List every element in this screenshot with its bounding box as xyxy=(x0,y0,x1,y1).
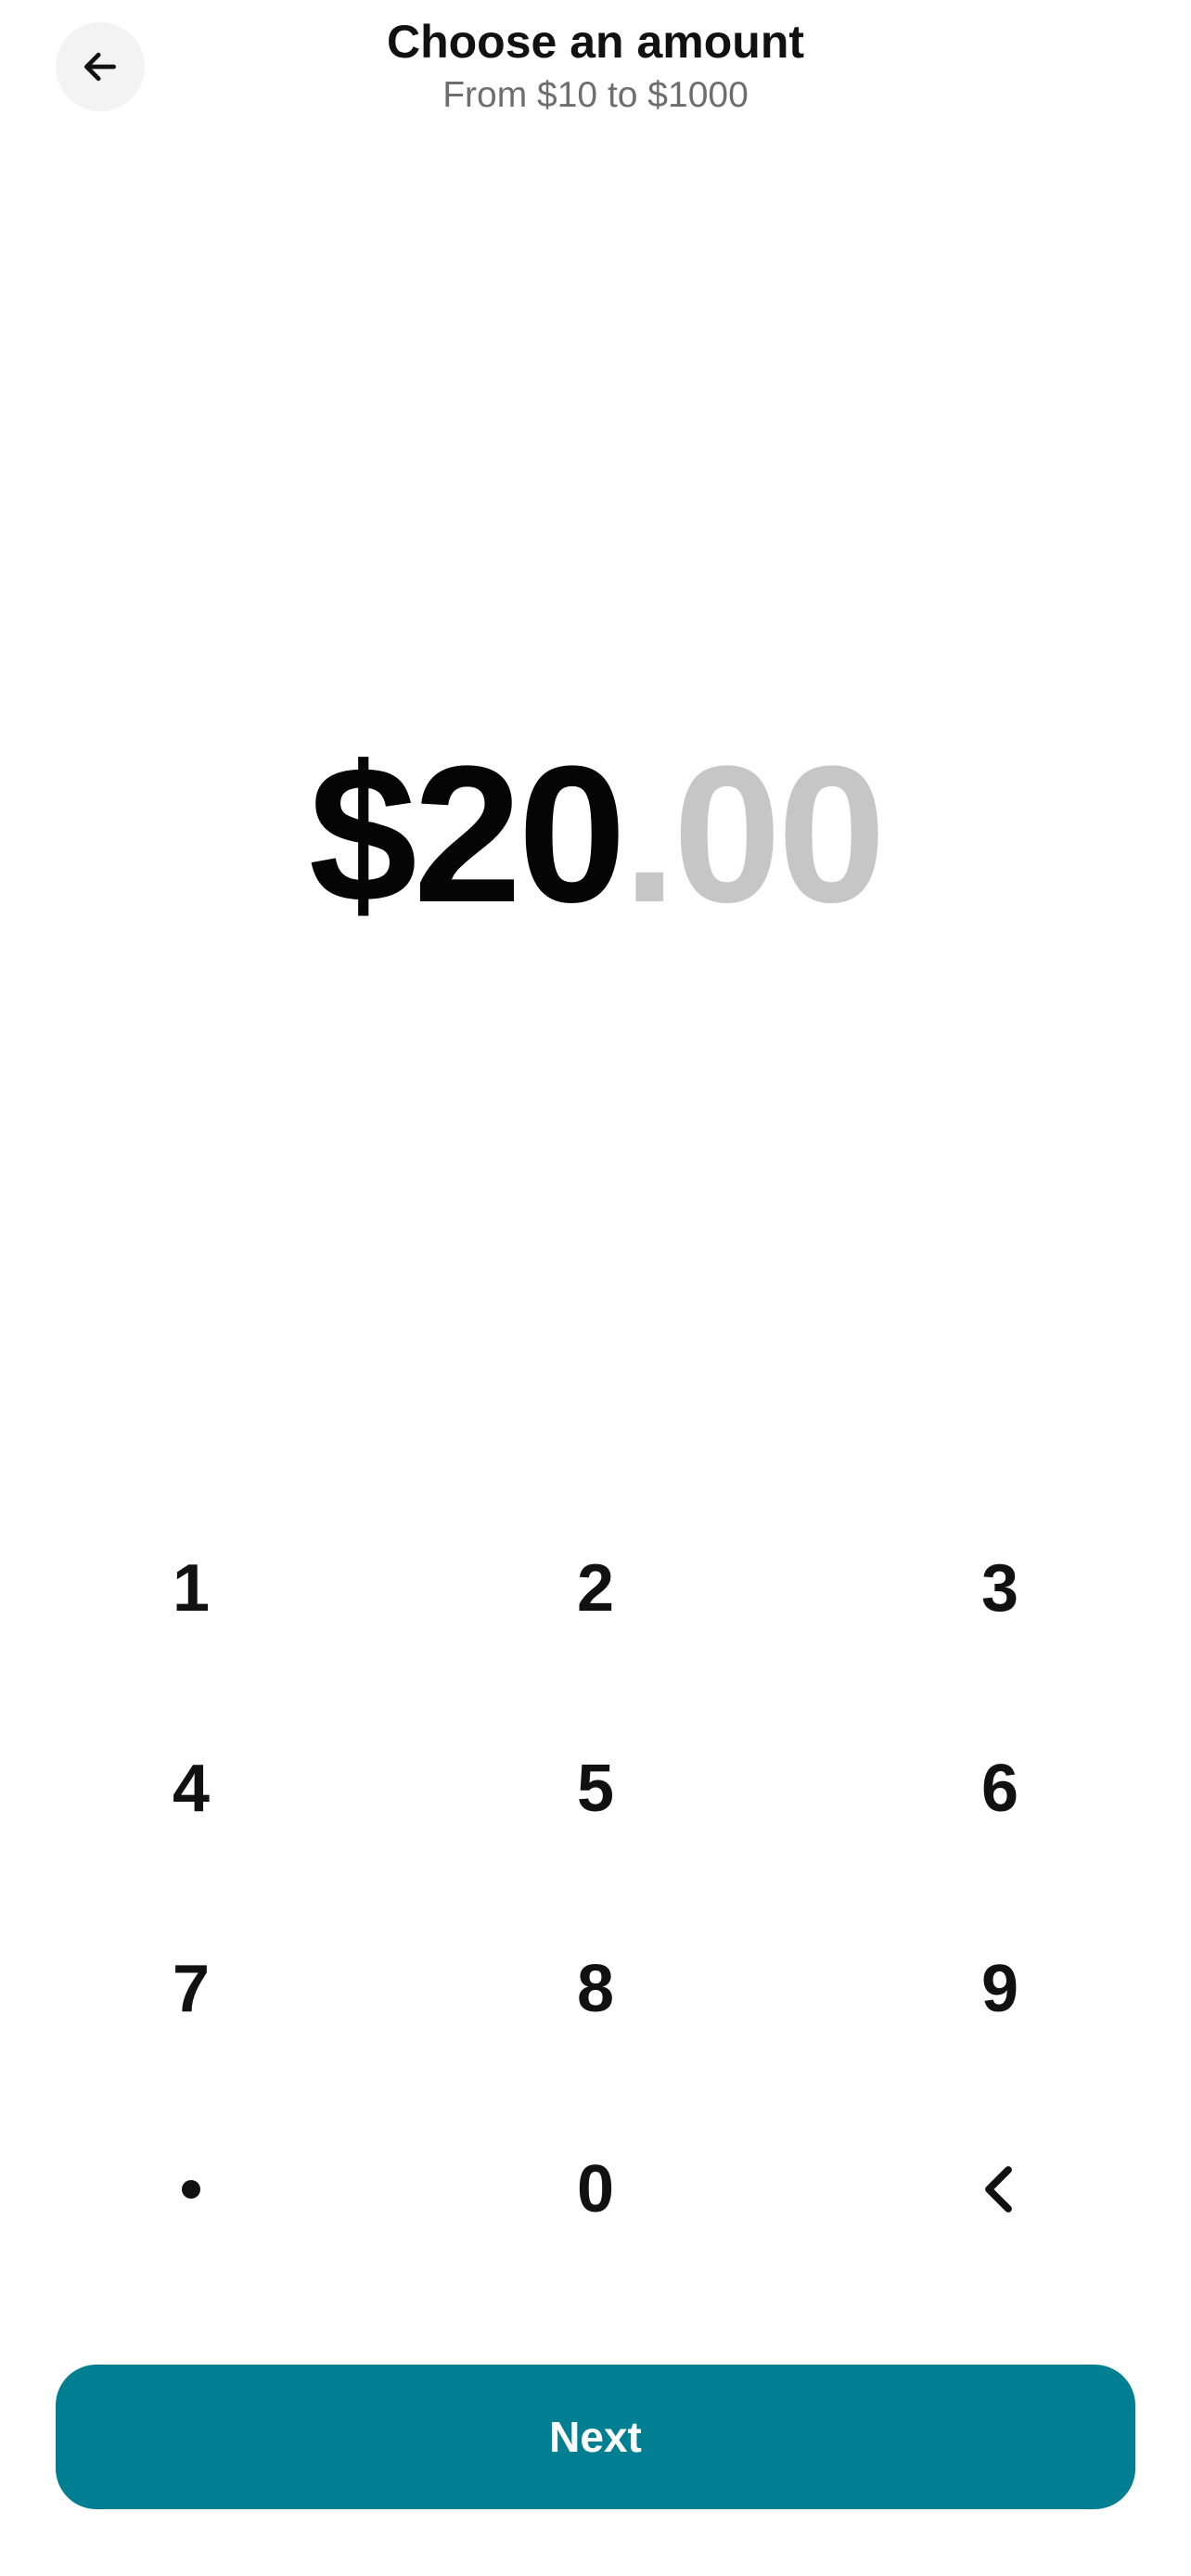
numeric-keypad: 1 2 3 4 5 6 7 8 9 0 xyxy=(0,1510,1191,2311)
key-1[interactable]: 1 xyxy=(52,1510,330,1667)
key-8[interactable]: 8 xyxy=(456,1910,735,2068)
dot-icon xyxy=(182,2180,200,2199)
amount-range-subtitle: From $10 to $1000 xyxy=(442,75,749,115)
key-7[interactable]: 7 xyxy=(52,1910,330,2068)
key-4[interactable]: 4 xyxy=(52,1710,330,1868)
next-button[interactable]: Next xyxy=(56,2365,1135,2509)
amount-display: $20.00 xyxy=(0,723,1191,946)
amount-cents: 00 xyxy=(672,725,887,943)
header: Choose an amount From $10 to $1000 xyxy=(0,0,1191,139)
chevron-left-icon xyxy=(985,2166,1012,2213)
key-2[interactable]: 2 xyxy=(456,1510,735,1667)
key-9[interactable]: 9 xyxy=(861,1910,1139,2068)
key-5[interactable]: 5 xyxy=(456,1710,735,1868)
key-backspace[interactable] xyxy=(861,2111,1139,2268)
amount-decimal-point: . xyxy=(622,725,676,943)
page-title: Choose an amount xyxy=(386,16,805,68)
key-0[interactable]: 0 xyxy=(456,2111,735,2268)
key-6[interactable]: 6 xyxy=(861,1710,1139,1868)
key-decimal[interactable] xyxy=(52,2111,330,2268)
key-3[interactable]: 3 xyxy=(861,1510,1139,1667)
amount-whole: $20 xyxy=(308,725,626,943)
